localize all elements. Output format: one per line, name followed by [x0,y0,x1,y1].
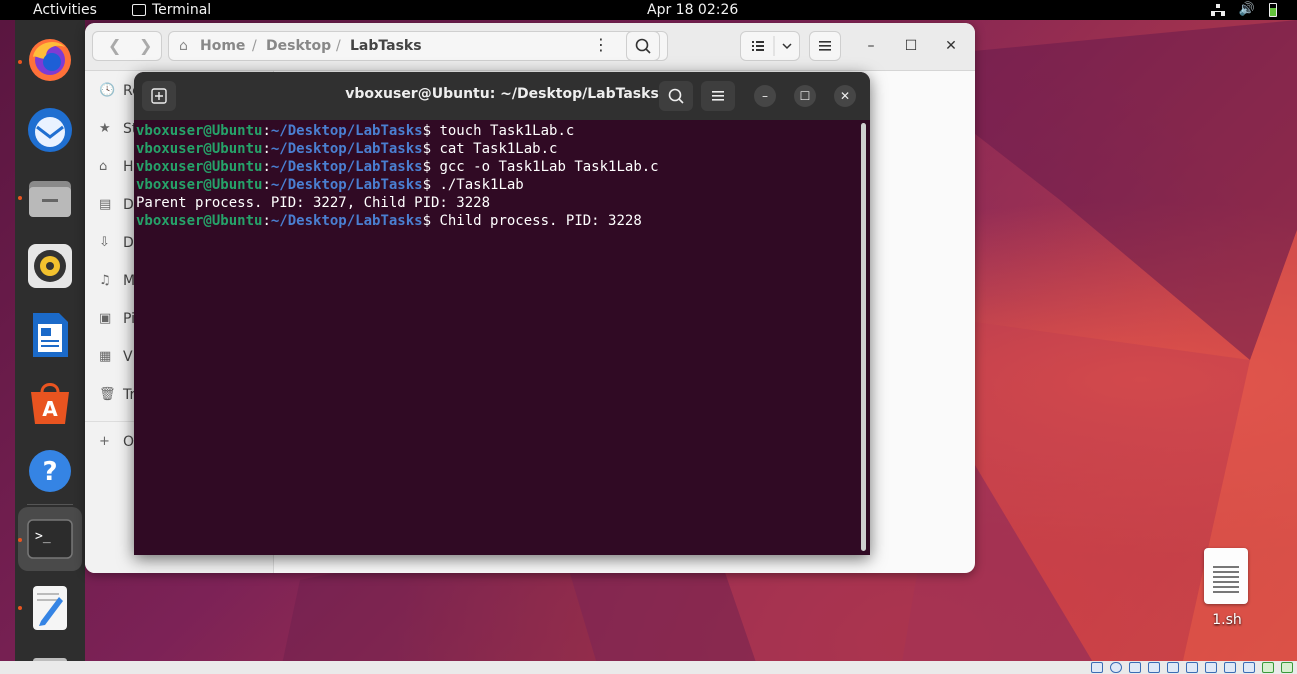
path-separator: / [336,38,341,54]
terminal-maximize-button[interactable]: ☐ [794,85,816,107]
home-icon: ⌂ [179,38,188,54]
clock[interactable]: Apr 18 02:26 [647,0,738,20]
view-toggle[interactable] [740,31,800,61]
terminal-close-button[interactable]: ✕ [834,85,856,107]
text-file-icon [1204,548,1248,604]
desktop-file[interactable]: 1.sh [1190,548,1264,638]
mouse-integration-icon[interactable] [1262,662,1274,673]
svg-text:A: A [42,397,58,421]
audio-icon[interactable] [1129,662,1141,673]
running-indicator [18,606,22,610]
rhythmbox-icon[interactable] [25,241,75,291]
firefox-icon[interactable] [25,35,75,85]
libreoffice-writer-icon[interactable] [25,310,75,360]
terminal-line: vboxuser@Ubuntu:~/Desktop/LabTasks$ Chil… [136,213,642,229]
desktop-file-label: 1.sh [1212,612,1242,628]
running-indicator [18,538,22,542]
terminal-menu-button[interactable] [701,81,735,111]
hamburger-icon [712,91,724,101]
optical-icon[interactable] [1110,662,1122,673]
files-search-button[interactable] [626,31,660,61]
svg-text:?: ? [42,457,57,487]
chevron-down-icon [782,43,792,50]
hamburger-icon [819,41,831,51]
terminal-headerbar: vboxuser@Ubuntu: ~/Desktop/LabTasks – ☐ … [134,72,870,120]
search-icon [635,38,651,54]
music-icon: ♫ [99,273,111,288]
dock: A ? >_ [15,20,85,661]
app-menu-label: Terminal [152,2,212,18]
download-icon: ⇩ [99,235,110,250]
path-home[interactable]: Home [200,38,245,54]
terminal-line: vboxuser@Ubuntu:~/Desktop/LabTasks$ cat … [136,141,558,157]
list-view-icon [752,41,764,51]
running-indicator [18,196,22,200]
svg-text:>_: >_ [35,529,51,544]
terminal-window[interactable]: vboxuser@Ubuntu: ~/Desktop/LabTasks – ☐ … [134,72,870,555]
app-center-icon[interactable]: A [25,378,75,428]
usb-icon[interactable] [1167,662,1179,673]
network-adapter-icon[interactable] [1148,662,1160,673]
path-menu-button[interactable]: ⋮ [586,31,616,61]
back-button[interactable]: ❮ [108,36,121,55]
running-indicator [18,60,22,64]
activities-button[interactable]: Activities [33,0,97,20]
path-current[interactable]: LabTasks [350,38,422,54]
terminal-line: vboxuser@Ubuntu:~/Desktop/LabTasks$ gcc … [136,159,659,175]
plus-icon: + [99,434,110,449]
volume-icon[interactable]: 🔊 [1239,0,1255,20]
close-button[interactable]: ✕ [943,38,959,54]
terminal-dock-icon[interactable]: >_ [25,514,75,564]
terminal-search-button[interactable] [659,81,693,111]
terminal-scrollbar[interactable] [861,123,866,551]
help-icon[interactable]: ? [25,446,75,496]
files-main-menu-button[interactable] [809,31,841,61]
terminal-icon [132,4,146,16]
terminal-output: Parent process. PID: 3227, Child PID: 32… [136,195,491,211]
host-key-icon[interactable] [1281,662,1293,673]
path-desktop[interactable]: Desktop [266,38,331,54]
nav-buttons: ❮ ❯ [92,31,162,61]
clock-icon: 🕓 [99,83,116,98]
show-apps-icon[interactable] [25,650,75,661]
terminal-screen[interactable]: vboxuser@Ubuntu:~/Desktop/LabTasks$ touc… [134,120,858,555]
dock-separator [27,504,73,505]
top-bar: Activities Terminal Apr 18 02:26 🔊 [0,0,1297,20]
files-icon[interactable] [25,173,75,223]
cpu-icon[interactable] [1243,662,1255,673]
video-icon: ▦ [99,349,112,364]
path-separator: / [252,38,257,54]
terminal-minimize-button[interactable]: – [754,85,776,107]
search-icon [668,88,684,104]
thunderbird-icon[interactable] [25,105,75,155]
terminal-line: vboxuser@Ubuntu:~/Desktop/LabTasks$ ./Ta… [136,177,524,193]
picture-icon: ▣ [99,311,112,326]
vm-status-bar [0,661,1297,674]
terminal-line: vboxuser@Ubuntu:~/Desktop/LabTasks$ touc… [136,123,575,139]
battery-icon[interactable] [1269,3,1277,17]
home-icon: ⌂ [99,159,108,174]
star-icon: ★ [99,121,111,136]
hdd-icon[interactable] [1091,662,1103,673]
files-headerbar: ❮ ❯ ⌂ Home / Desktop / LabTasks ⋮ – ☐ ✕ [85,23,975,71]
display-icon[interactable] [1205,662,1217,673]
trash-icon: 🗑 [99,387,116,402]
network-icon[interactable] [1210,4,1225,16]
app-menu[interactable]: Terminal [132,0,211,20]
forward-button[interactable]: ❯ [139,36,152,55]
minimize-button[interactable]: – [863,38,879,54]
system-tray[interactable]: 🔊 [1210,0,1277,20]
text-editor-icon[interactable] [25,583,75,633]
recording-icon[interactable] [1224,662,1236,673]
maximize-button[interactable]: ☐ [903,38,919,54]
document-icon: ▤ [99,197,112,212]
shared-folder-icon[interactable] [1186,662,1198,673]
